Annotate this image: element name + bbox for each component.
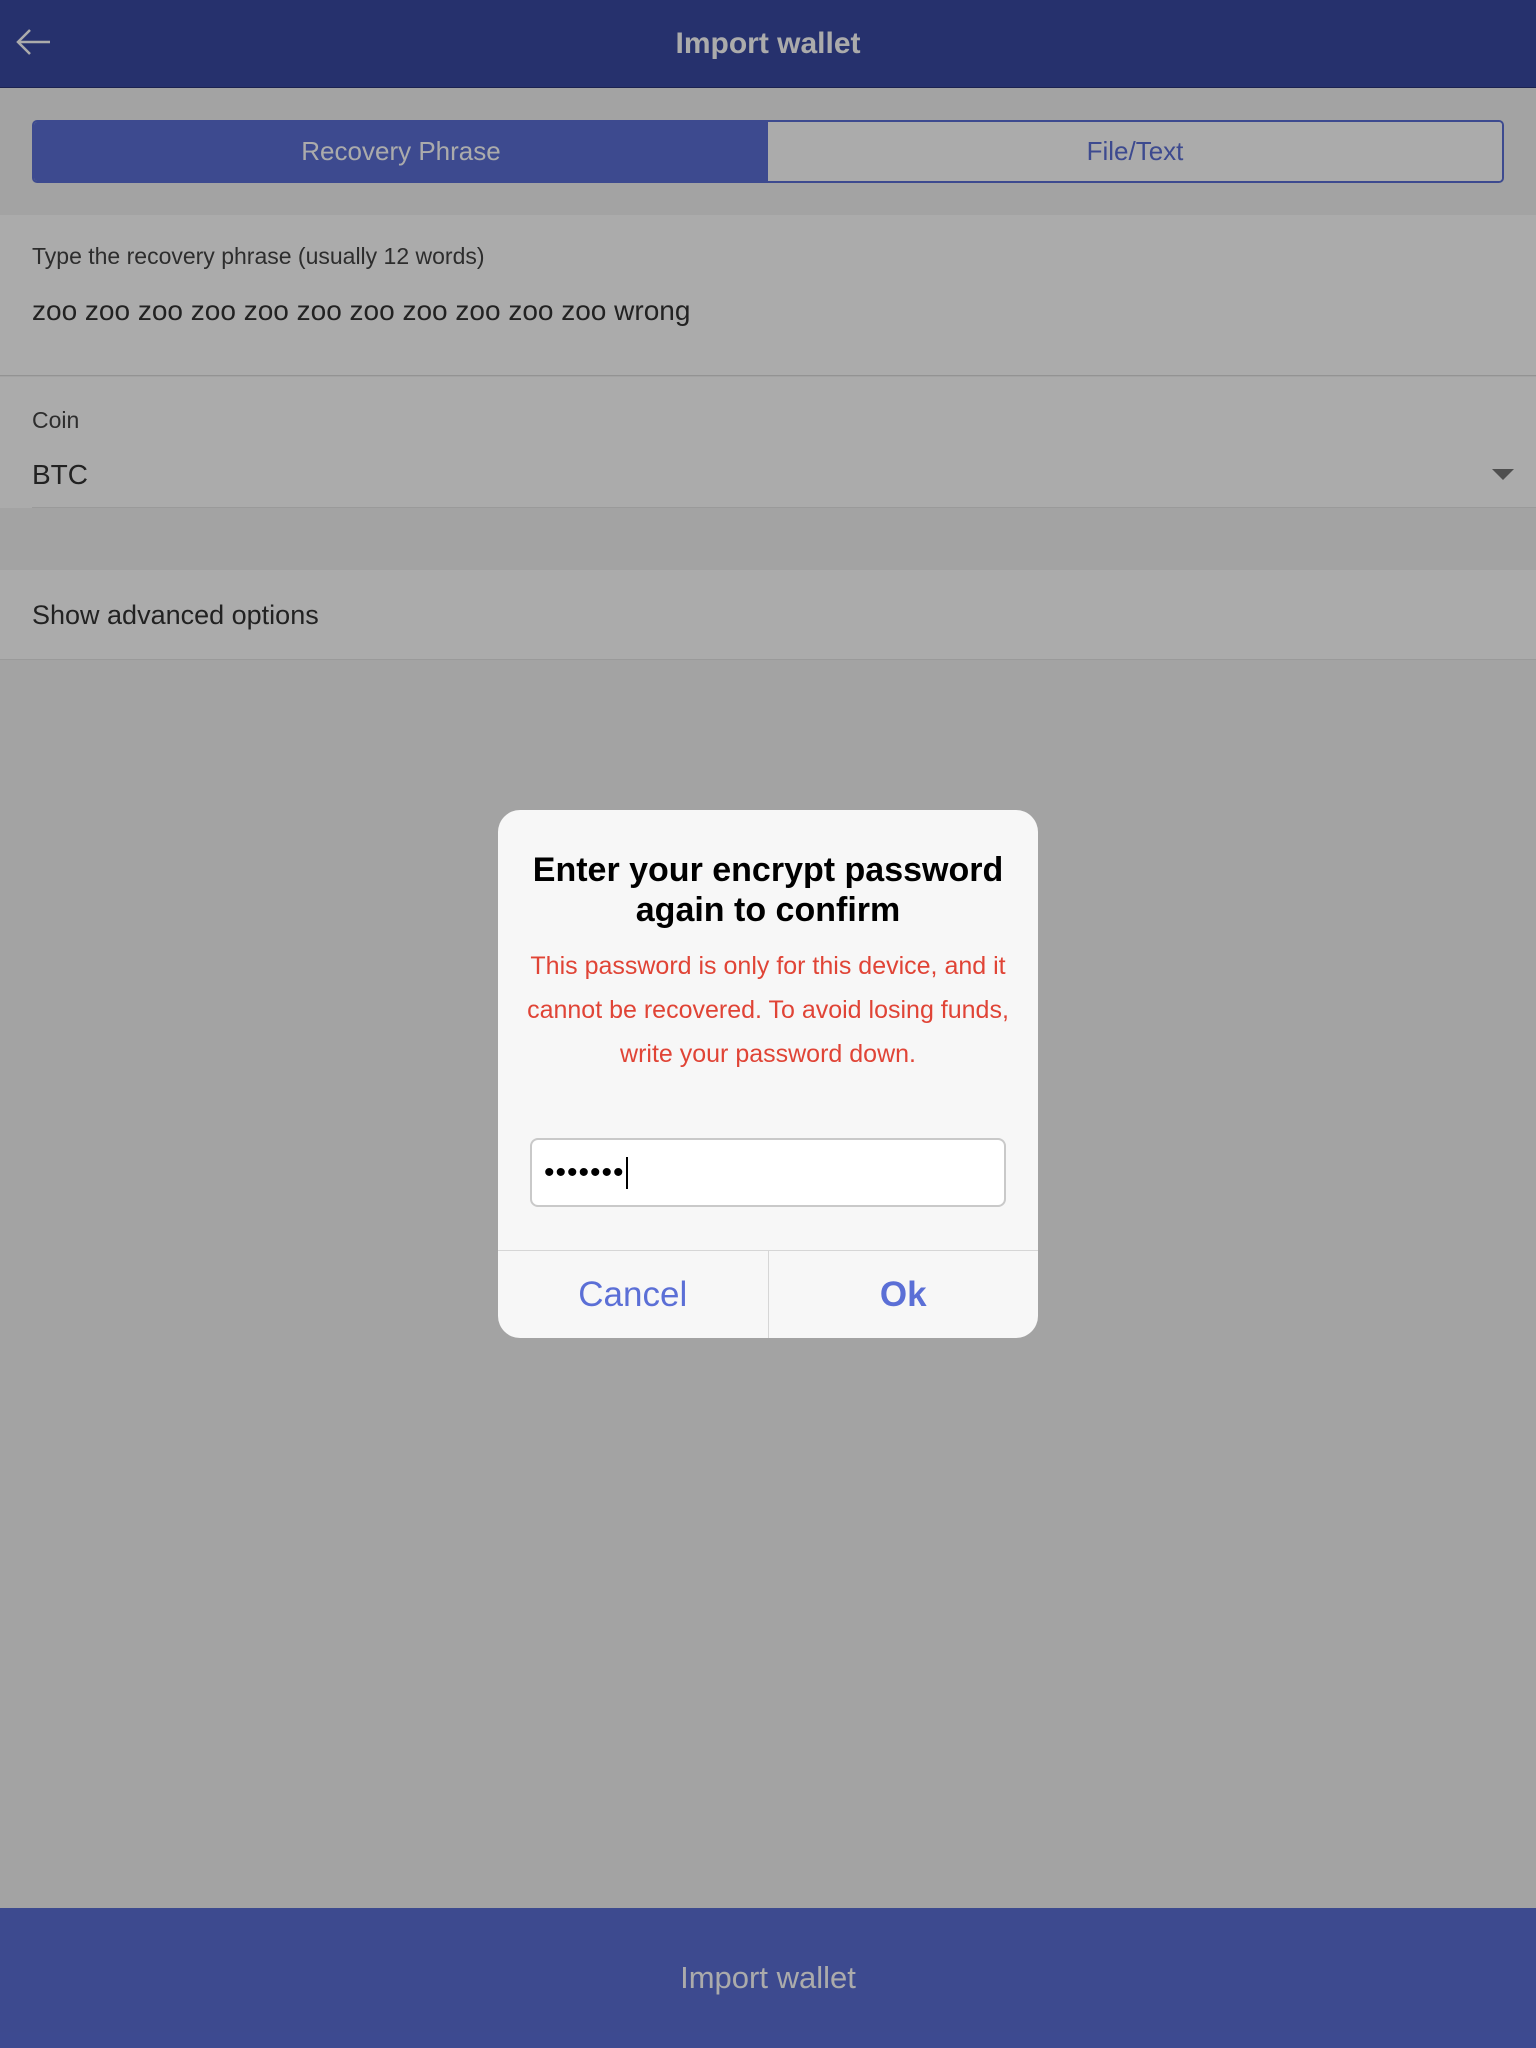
- dialog-warning-message: This password is only for this device, a…: [527, 952, 1009, 1068]
- dialog-title: Enter your encrypt password again to con…: [532, 851, 1004, 929]
- password-input[interactable]: •••••••: [530, 1138, 1006, 1207]
- text-cursor: [625, 1156, 628, 1189]
- ok-button[interactable]: Ok: [769, 1251, 1039, 1338]
- dialog-actions: Cancel Ok: [498, 1250, 1038, 1338]
- password-mask: •••••••: [544, 1155, 625, 1189]
- cancel-button[interactable]: Cancel: [498, 1251, 769, 1338]
- import-wallet-screen: Import wallet Recovery Phrase File/Text …: [0, 0, 1536, 2048]
- confirm-password-dialog: Enter your encrypt password again to con…: [498, 810, 1038, 1338]
